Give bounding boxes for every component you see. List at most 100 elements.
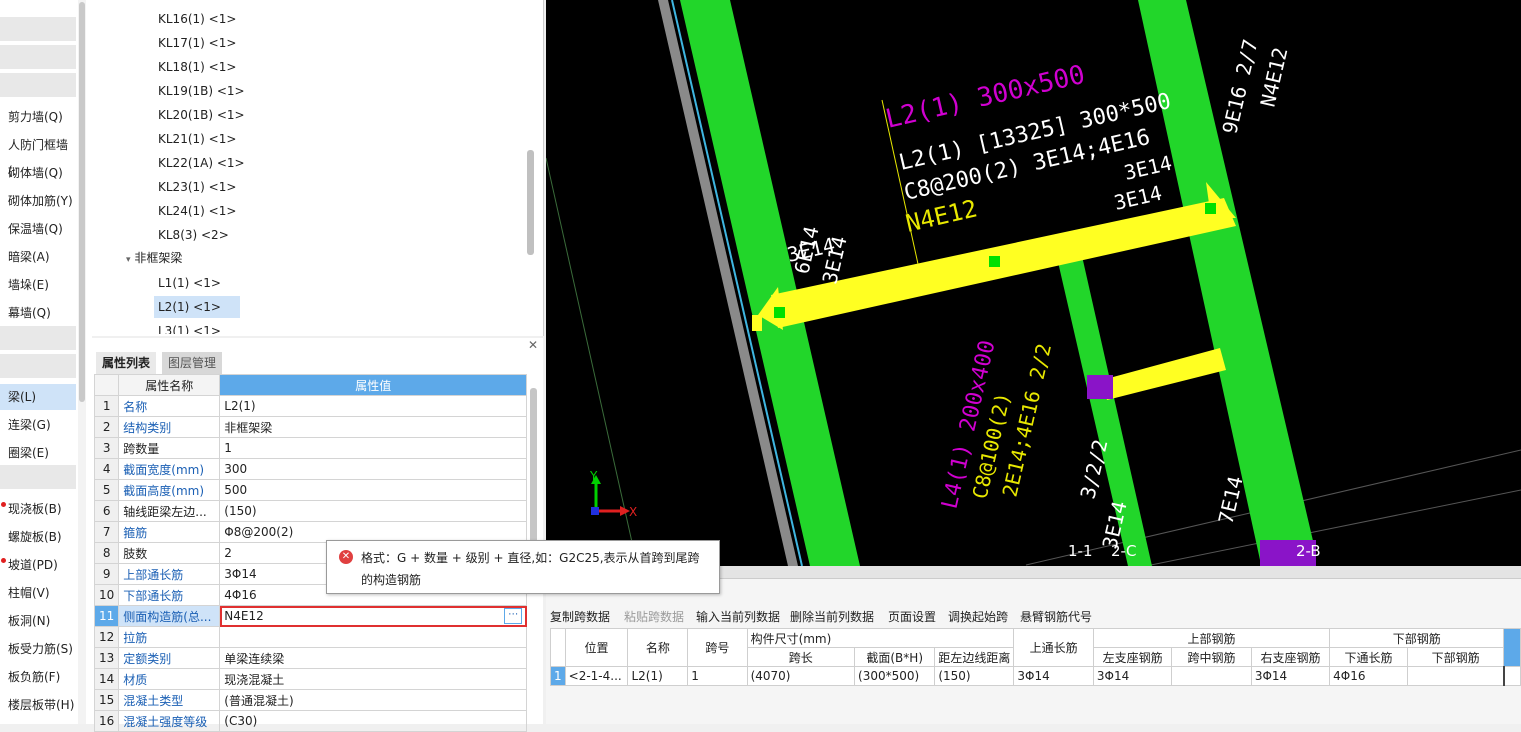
tree-item[interactable]: KL16(1) <1> bbox=[154, 8, 240, 30]
tree-item[interactable]: L3(1) <1> bbox=[154, 320, 225, 334]
nav-item[interactable]: 楼层板带(H) bbox=[0, 692, 76, 718]
drawing-svg[interactable]: L2(1) 300x500 L2(1) [13325] 300*500 C8@2… bbox=[545, 0, 1521, 567]
toolbar-button[interactable]: 悬臂钢筋代号 bbox=[1020, 608, 1092, 625]
tree-item[interactable]: KL20(1B) <1> bbox=[154, 104, 249, 126]
grip-point bbox=[989, 256, 1000, 267]
row-number: 1 bbox=[93, 395, 120, 417]
property-row[interactable]: 6 轴线距梁左边... (150) bbox=[93, 500, 528, 522]
property-name: 下部通长筋 bbox=[118, 584, 221, 606]
property-value[interactable]: (C30) bbox=[219, 710, 528, 732]
nav-item[interactable]: 幕墙(Q) bbox=[0, 300, 76, 326]
tree-item[interactable]: KL17(1) <1> bbox=[154, 32, 240, 54]
nav-item[interactable]: 板洞(N) bbox=[0, 608, 76, 634]
property-name: 跨数量 bbox=[118, 437, 221, 459]
grid-line bbox=[1145, 489, 1521, 567]
label-6e14: 6E14 bbox=[789, 224, 823, 276]
property-value[interactable]: 非框架梁 bbox=[219, 416, 528, 438]
property-row[interactable]: 1 名称 L2(1) bbox=[93, 395, 528, 417]
property-row[interactable]: 5 截面高度(mm) 500 bbox=[93, 479, 528, 501]
cad-canvas[interactable]: L2(1) 300x500 L2(1) [13325] 300*500 C8@2… bbox=[545, 0, 1521, 567]
property-value[interactable]: L2(1) bbox=[219, 395, 528, 417]
tree-item[interactable]: KL24(1) <1> bbox=[154, 200, 240, 222]
tree-scrollbar-thumb[interactable] bbox=[527, 150, 534, 255]
tree-item[interactable]: L2(1) <1> bbox=[154, 296, 240, 318]
nav-item[interactable]: 板负筋(F) bbox=[0, 664, 76, 690]
row-number: 7 bbox=[93, 521, 120, 543]
collapse-triangle-icon[interactable]: ▾ bbox=[126, 255, 131, 265]
property-value[interactable]: 1 bbox=[219, 437, 528, 459]
tree-item[interactable]: KL18(1) <1> bbox=[154, 56, 240, 78]
property-name: 截面宽度(mm) bbox=[118, 458, 221, 480]
toolbar-button[interactable]: 调换起始跨 bbox=[948, 608, 1008, 625]
toolbar-button[interactable]: 页面设置 bbox=[888, 608, 936, 625]
grid-line bbox=[545, 157, 637, 561]
axis-label-2-b: 2-B bbox=[1296, 542, 1321, 560]
nav-item[interactable]: 墙垛(E) bbox=[0, 272, 76, 298]
nav-scrollbar-thumb[interactable] bbox=[79, 2, 85, 402]
tab-layer-management[interactable]: 图层管理 bbox=[162, 352, 223, 374]
col-header-size: 构件尺寸(mm) bbox=[746, 628, 1015, 648]
beam-end bbox=[752, 315, 762, 331]
ellipsis-button[interactable]: ⋯ bbox=[504, 608, 523, 624]
tree-item[interactable]: L1(1) <1> bbox=[154, 272, 225, 294]
tree-group-nonframe-beam[interactable]: ▾ 非框架梁 bbox=[122, 247, 186, 269]
property-value[interactable]: 现浇混凝土 bbox=[219, 668, 528, 690]
nav-item[interactable]: 板受力筋(S) bbox=[0, 636, 76, 662]
nav-item[interactable]: 保温墙(Q) bbox=[0, 216, 76, 242]
property-row[interactable]: 13 定额类别 单梁连续梁 bbox=[93, 647, 528, 669]
nav-item[interactable]: 柱帽(V) bbox=[0, 580, 76, 606]
property-row[interactable]: 14 材质 现浇混凝土 bbox=[93, 668, 528, 690]
ucs-origin-icon bbox=[591, 507, 599, 515]
property-value[interactable]: (普通混凝土) bbox=[219, 689, 528, 711]
nav-blank bbox=[0, 45, 76, 69]
toolbar-button[interactable]: 输入当前列数据 bbox=[696, 608, 780, 625]
nav-item[interactable]: 坡道(PD) bbox=[0, 552, 76, 578]
nav-item[interactable]: 连梁(G) bbox=[0, 412, 76, 438]
property-value[interactable]: 500 bbox=[219, 479, 528, 501]
property-name: 结构类别 bbox=[118, 416, 221, 438]
property-value[interactable]: 单梁连续梁 bbox=[219, 647, 528, 669]
nav-item[interactable]: 砌体墙(Q) bbox=[0, 160, 76, 186]
nav-item[interactable]: 螺旋板(B) bbox=[0, 524, 76, 550]
nav-item[interactable]: 暗梁(A) bbox=[0, 244, 76, 270]
nav-item[interactable]: 梁(L) bbox=[0, 384, 76, 410]
property-name: 箍筋 bbox=[118, 521, 221, 543]
property-row[interactable]: 12 拉筋 bbox=[93, 626, 528, 648]
nav-item[interactable]: 剪力墙(Q) bbox=[0, 104, 76, 130]
label-7e14: 7E14 bbox=[1213, 474, 1247, 526]
tree-item[interactable]: KL22(1A) <1> bbox=[154, 152, 249, 174]
toolbar-button[interactable]: 粘贴跨数据 bbox=[624, 608, 684, 625]
nav-item[interactable]: 砌体加筋(Y) bbox=[0, 188, 76, 214]
yellow-beam-small bbox=[1102, 348, 1226, 400]
row-number: 15 bbox=[93, 689, 120, 711]
property-value[interactable]: (150) bbox=[219, 500, 528, 522]
nav-item[interactable]: 现浇板(B) bbox=[0, 496, 76, 522]
tab-property-list[interactable]: 属性列表 bbox=[96, 352, 157, 376]
row-number: 5 bbox=[93, 479, 120, 501]
toolbar-button[interactable]: 复制跨数据 bbox=[550, 608, 610, 625]
property-row[interactable]: 16 混凝土强度等级 (C30) bbox=[93, 710, 528, 732]
property-name: 侧面构造筋(总... bbox=[118, 605, 221, 627]
property-value[interactable]: 300 bbox=[219, 458, 528, 480]
property-value[interactable] bbox=[219, 626, 528, 648]
grip-point bbox=[774, 307, 785, 318]
table-row[interactable]: 1 <2-1-4... L2(1) 1 (4070) (300*500) (15… bbox=[550, 666, 1521, 686]
col-header-left-seat: 左支座钢筋 bbox=[1092, 647, 1173, 667]
col-header-name: 名称 bbox=[627, 628, 689, 667]
col-header-bottom-through: 下通长筋 bbox=[1329, 647, 1408, 667]
property-row[interactable]: 15 混凝土类型 (普通混凝土) bbox=[93, 689, 528, 711]
property-value[interactable]: N4E12 ⋯ bbox=[219, 605, 528, 627]
nav-item[interactable]: 人防门框墙(. bbox=[0, 132, 76, 178]
span-table: 位置 名称 跨号 构件尺寸(mm) 上通长筋 上部钢筋 下部钢筋 跨长 截面(B… bbox=[550, 628, 1521, 686]
tree-item[interactable]: KL21(1) <1> bbox=[154, 128, 240, 150]
tree-item[interactable]: KL19(1B) <1> bbox=[154, 80, 249, 102]
property-row[interactable]: 4 截面宽度(mm) 300 bbox=[93, 458, 528, 480]
property-row[interactable]: 3 跨数量 1 bbox=[93, 437, 528, 459]
toolbar-button[interactable]: 删除当前列数据 bbox=[790, 608, 874, 625]
tree-item[interactable]: KL23(1) <1> bbox=[154, 176, 240, 198]
property-row[interactable]: 11 侧面构造筋(总... N4E12 ⋯ bbox=[93, 605, 528, 627]
close-icon[interactable]: ✕ bbox=[528, 338, 538, 352]
tree-item[interactable]: KL8(3) <2> bbox=[154, 224, 233, 246]
nav-item[interactable]: 圈梁(E) bbox=[0, 440, 76, 466]
property-row[interactable]: 2 结构类别 非框架梁 bbox=[93, 416, 528, 438]
